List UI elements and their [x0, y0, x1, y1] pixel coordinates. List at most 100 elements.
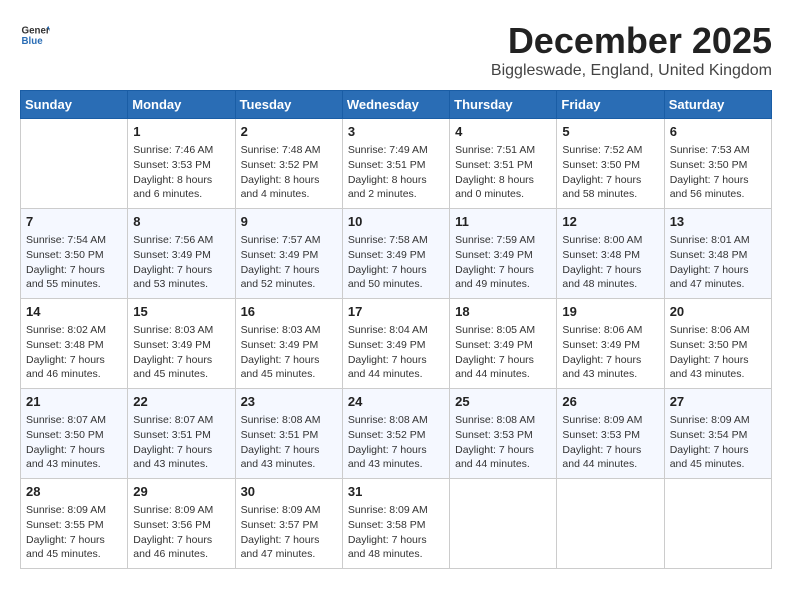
calendar-cell — [557, 479, 664, 569]
calendar-cell: 18Sunrise: 8:05 AMSunset: 3:49 PMDayligh… — [450, 299, 557, 389]
calendar-week-row: 14Sunrise: 8:02 AMSunset: 3:48 PMDayligh… — [21, 299, 772, 389]
sunrise-text: Sunrise: 8:09 AM — [133, 503, 229, 518]
header-day-thursday: Thursday — [450, 91, 557, 119]
daylight-text: Daylight: 7 hours and 43 minutes. — [133, 443, 229, 472]
calendar-cell: 30Sunrise: 8:09 AMSunset: 3:57 PMDayligh… — [235, 479, 342, 569]
sunset-text: Sunset: 3:50 PM — [670, 338, 766, 353]
sunrise-text: Sunrise: 8:09 AM — [241, 503, 337, 518]
calendar-cell: 22Sunrise: 8:07 AMSunset: 3:51 PMDayligh… — [128, 389, 235, 479]
sunset-text: Sunset: 3:50 PM — [26, 428, 122, 443]
day-number: 19 — [562, 303, 658, 321]
sunset-text: Sunset: 3:53 PM — [562, 428, 658, 443]
sunset-text: Sunset: 3:49 PM — [348, 248, 444, 263]
calendar-cell — [450, 479, 557, 569]
calendar-week-row: 21Sunrise: 8:07 AMSunset: 3:50 PMDayligh… — [21, 389, 772, 479]
calendar-cell: 24Sunrise: 8:08 AMSunset: 3:52 PMDayligh… — [342, 389, 449, 479]
daylight-text: Daylight: 7 hours and 47 minutes. — [670, 263, 766, 292]
sunrise-text: Sunrise: 7:48 AM — [241, 143, 337, 158]
calendar-cell: 16Sunrise: 8:03 AMSunset: 3:49 PMDayligh… — [235, 299, 342, 389]
sunrise-text: Sunrise: 8:09 AM — [348, 503, 444, 518]
calendar-cell: 17Sunrise: 8:04 AMSunset: 3:49 PMDayligh… — [342, 299, 449, 389]
calendar-cell: 19 Sunrise: 8:06 AMSunset: 3:49 PMDayligh… — [557, 299, 664, 389]
day-number: 27 — [670, 393, 766, 411]
sunset-text: Sunset: 3:49 PM — [348, 338, 444, 353]
sunset-text: Sunset: 3:51 PM — [455, 158, 551, 173]
calendar-cell: 4Sunrise: 7:51 AMSunset: 3:51 PMDaylight… — [450, 119, 557, 209]
location-subtitle: Biggleswade, England, United Kingdom — [491, 62, 772, 80]
sunrise-text: Sunrise: 7:52 AM — [562, 143, 658, 158]
sunrise-text: Sunrise: 8:00 AM — [562, 233, 658, 248]
sunset-text: Sunset: 3:49 PM — [133, 248, 229, 263]
sunset-text: Sunset: 3:50 PM — [26, 248, 122, 263]
calendar-week-row: 28Sunrise: 8:09 AMSunset: 3:55 PMDayligh… — [21, 479, 772, 569]
calendar-week-row: 1Sunrise: 7:46 AMSunset: 3:53 PMDaylight… — [21, 119, 772, 209]
sunrise-text: Sunrise: 8:06 AM — [562, 323, 658, 338]
sunrise-text: Sunrise: 8:09 AM — [26, 503, 122, 518]
calendar-cell: 7Sunrise: 7:54 AMSunset: 3:50 PMDaylight… — [21, 209, 128, 299]
calendar-cell: 20Sunrise: 8:06 AMSunset: 3:50 PMDayligh… — [664, 299, 771, 389]
daylight-text: Daylight: 7 hours and 46 minutes. — [26, 353, 122, 382]
day-number: 5 — [562, 123, 658, 141]
calendar-week-row: 7Sunrise: 7:54 AMSunset: 3:50 PMDaylight… — [21, 209, 772, 299]
calendar-cell: 9Sunrise: 7:57 AMSunset: 3:49 PMDaylight… — [235, 209, 342, 299]
sunrise-text: Sunrise: 8:08 AM — [241, 413, 337, 428]
day-number: 14 — [26, 303, 122, 321]
sunrise-text: Sunrise: 7:56 AM — [133, 233, 229, 248]
calendar-cell: 5Sunrise: 7:52 AMSunset: 3:50 PMDaylight… — [557, 119, 664, 209]
day-number: 2 — [241, 123, 337, 141]
daylight-text: Daylight: 7 hours and 46 minutes. — [133, 533, 229, 562]
sunset-text: Sunset: 3:52 PM — [241, 158, 337, 173]
calendar-cell: 11Sunrise: 7:59 AMSunset: 3:49 PMDayligh… — [450, 209, 557, 299]
daylight-text: Daylight: 8 hours and 2 minutes. — [348, 173, 444, 202]
daylight-text: Daylight: 7 hours and 45 minutes. — [241, 353, 337, 382]
sunrise-text: Sunrise: 8:02 AM — [26, 323, 122, 338]
sunset-text: Sunset: 3:51 PM — [133, 428, 229, 443]
daylight-text: Daylight: 7 hours and 43 minutes. — [241, 443, 337, 472]
day-number: 25 — [455, 393, 551, 411]
day-number: 4 — [455, 123, 551, 141]
day-number: 26 — [562, 393, 658, 411]
header-day-sunday: Sunday — [21, 91, 128, 119]
day-number: 8 — [133, 213, 229, 231]
sunrise-text: Sunrise: 8:08 AM — [348, 413, 444, 428]
day-number: 15 — [133, 303, 229, 321]
daylight-text: Daylight: 7 hours and 45 minutes. — [133, 353, 229, 382]
sunrise-text: Sunrise: 7:58 AM — [348, 233, 444, 248]
daylight-text: Daylight: 7 hours and 43 minutes. — [26, 443, 122, 472]
daylight-text: Daylight: 7 hours and 43 minutes. — [562, 353, 658, 382]
sunrise-text: Sunrise: 8:03 AM — [241, 323, 337, 338]
daylight-text: Daylight: 7 hours and 56 minutes. — [670, 173, 766, 202]
sunset-text: Sunset: 3:48 PM — [562, 248, 658, 263]
day-number: 13 — [670, 213, 766, 231]
day-number: 18 — [455, 303, 551, 321]
calendar-cell: 1Sunrise: 7:46 AMSunset: 3:53 PMDaylight… — [128, 119, 235, 209]
day-number: 12 — [562, 213, 658, 231]
sunset-text: Sunset: 3:51 PM — [241, 428, 337, 443]
calendar-cell: 27Sunrise: 8:09 AMSunset: 3:54 PMDayligh… — [664, 389, 771, 479]
sunrise-text: Sunrise: 8:07 AM — [26, 413, 122, 428]
calendar-cell: 31Sunrise: 8:09 AMSunset: 3:58 PMDayligh… — [342, 479, 449, 569]
calendar-cell: 25Sunrise: 8:08 AMSunset: 3:53 PMDayligh… — [450, 389, 557, 479]
calendar-cell: 6Sunrise: 7:53 AMSunset: 3:50 PMDaylight… — [664, 119, 771, 209]
logo-icon: General Blue — [20, 20, 50, 50]
month-title: December 2025 — [491, 20, 772, 62]
sunset-text: Sunset: 3:49 PM — [562, 338, 658, 353]
day-number: 20 — [670, 303, 766, 321]
calendar-table: SundayMondayTuesdayWednesdayThursdayFrid… — [20, 90, 772, 569]
sunset-text: Sunset: 3:53 PM — [455, 428, 551, 443]
day-number: 29 — [133, 483, 229, 501]
sunrise-text: Sunrise: 7:49 AM — [348, 143, 444, 158]
sunrise-text: Sunrise: 8:09 AM — [562, 413, 658, 428]
calendar-cell: 26Sunrise: 8:09 AMSunset: 3:53 PMDayligh… — [557, 389, 664, 479]
sunrise-text: Sunrise: 8:03 AM — [133, 323, 229, 338]
calendar-cell: 8Sunrise: 7:56 AMSunset: 3:49 PMDaylight… — [128, 209, 235, 299]
daylight-text: Daylight: 7 hours and 43 minutes. — [670, 353, 766, 382]
sunset-text: Sunset: 3:48 PM — [670, 248, 766, 263]
calendar-cell: 12Sunrise: 8:00 AMSunset: 3:48 PMDayligh… — [557, 209, 664, 299]
day-number: 1 — [133, 123, 229, 141]
page-header: General Blue December 2025 Biggleswade, … — [20, 20, 772, 80]
sunset-text: Sunset: 3:52 PM — [348, 428, 444, 443]
header-day-friday: Friday — [557, 91, 664, 119]
sunset-text: Sunset: 3:49 PM — [241, 248, 337, 263]
day-number: 3 — [348, 123, 444, 141]
